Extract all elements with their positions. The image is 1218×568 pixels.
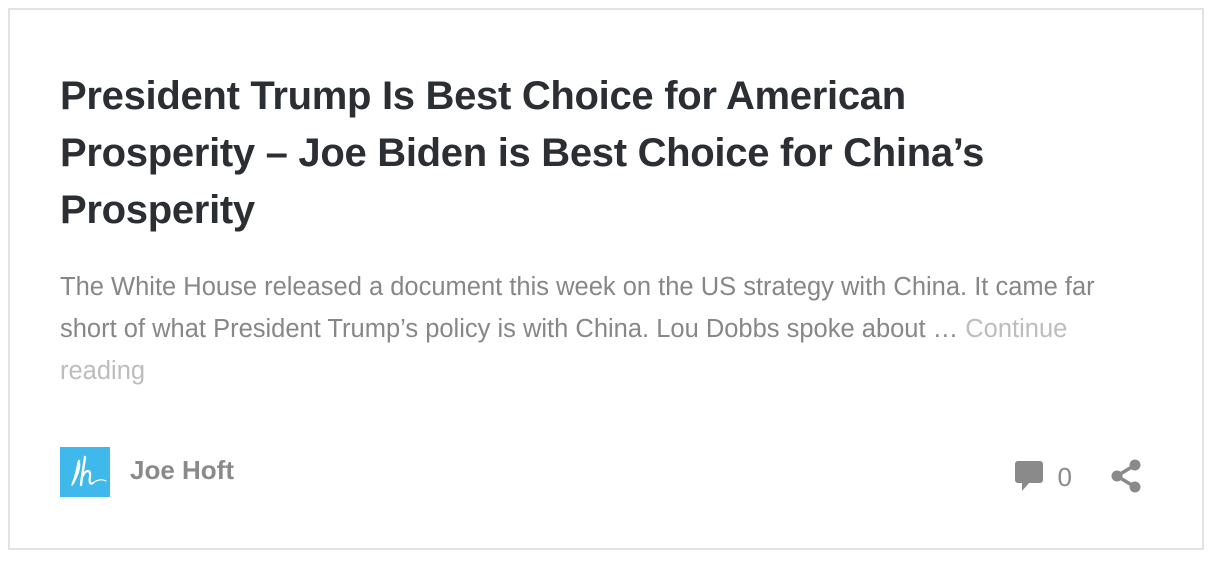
excerpt-text: The White House released a document this… [60,273,1095,343]
comment-bubble-icon [1014,461,1043,491]
post-title[interactable]: President Trump Is Best Choice for Ameri… [60,68,1070,239]
post-card: President Trump Is Best Choice for Ameri… [8,8,1204,550]
author-avatar[interactable] [60,447,110,497]
share-icon[interactable] [1110,459,1142,493]
author-byline: Joe Hoft [60,447,234,497]
post-meta: 0 [1014,458,1142,494]
comment-count: 0 [1057,461,1072,492]
comments-link[interactable]: 0 [1014,459,1072,493]
author-name[interactable]: Joe Hoft [130,455,234,486]
author-avatar-logo [71,455,107,487]
post-excerpt: The White House released a document this… [60,266,1140,392]
